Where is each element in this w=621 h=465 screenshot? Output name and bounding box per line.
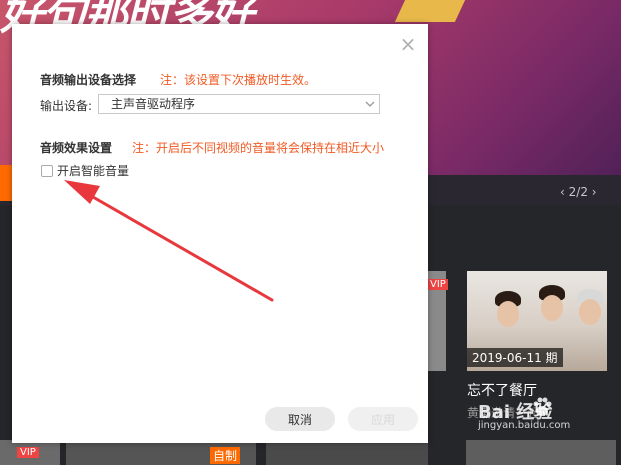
close-icon[interactable]: × xyxy=(398,34,418,54)
video-thumbnail[interactable] xyxy=(266,440,428,465)
pager-count: 2/2 xyxy=(568,185,588,199)
chevron-down-icon xyxy=(365,101,375,107)
smart-volume-checkbox[interactable] xyxy=(41,164,53,177)
apply-button[interactable]: 应用 xyxy=(348,407,418,431)
output-device-value: 主声音驱动程序 xyxy=(111,97,196,111)
episode-date-badge: 2019-06-11 期 xyxy=(467,348,563,367)
person-face xyxy=(541,295,563,321)
original-badge: 自制 xyxy=(210,447,241,464)
cancel-button[interactable]: 取消 xyxy=(265,407,335,431)
device-label: 输出设备: xyxy=(40,99,93,113)
output-section-title: 音频输出设备选择 xyxy=(40,73,137,87)
banner-accent xyxy=(394,0,466,22)
vip-badge: VIP xyxy=(428,279,448,290)
chevron-left-icon[interactable]: ‹ xyxy=(560,185,565,199)
audio-settings-dialog: × 音频输出设备选择 注：该设置下次播放时生效。 输出设备: 主声音驱动程序 音… xyxy=(12,24,428,443)
banner-pager[interactable]: ‹ 2/2 › xyxy=(560,185,597,199)
smart-volume-option[interactable]: 开启智能音量 xyxy=(41,162,129,179)
person-face xyxy=(579,299,601,325)
chevron-right-icon[interactable]: › xyxy=(592,185,597,199)
show-title[interactable]: 忘不了餐厅 xyxy=(467,380,537,400)
video-thumbnail[interactable] xyxy=(466,440,616,465)
person-face xyxy=(497,301,519,327)
effect-section-note: 注：开启后不同视频的音量将会保持在相近大小 xyxy=(132,141,385,155)
output-device-select[interactable]: 主声音驱动程序 xyxy=(98,94,380,114)
smart-volume-label[interactable]: 开启智能音量 xyxy=(57,162,129,179)
vip-badge: VIP xyxy=(17,447,39,458)
watermark-url: jingyan.baidu.com xyxy=(478,420,571,431)
paw-icon xyxy=(533,397,552,416)
effect-section-title: 音频效果设置 xyxy=(40,141,113,155)
output-section-note: 注：该设置下次播放时生效。 xyxy=(160,73,317,87)
